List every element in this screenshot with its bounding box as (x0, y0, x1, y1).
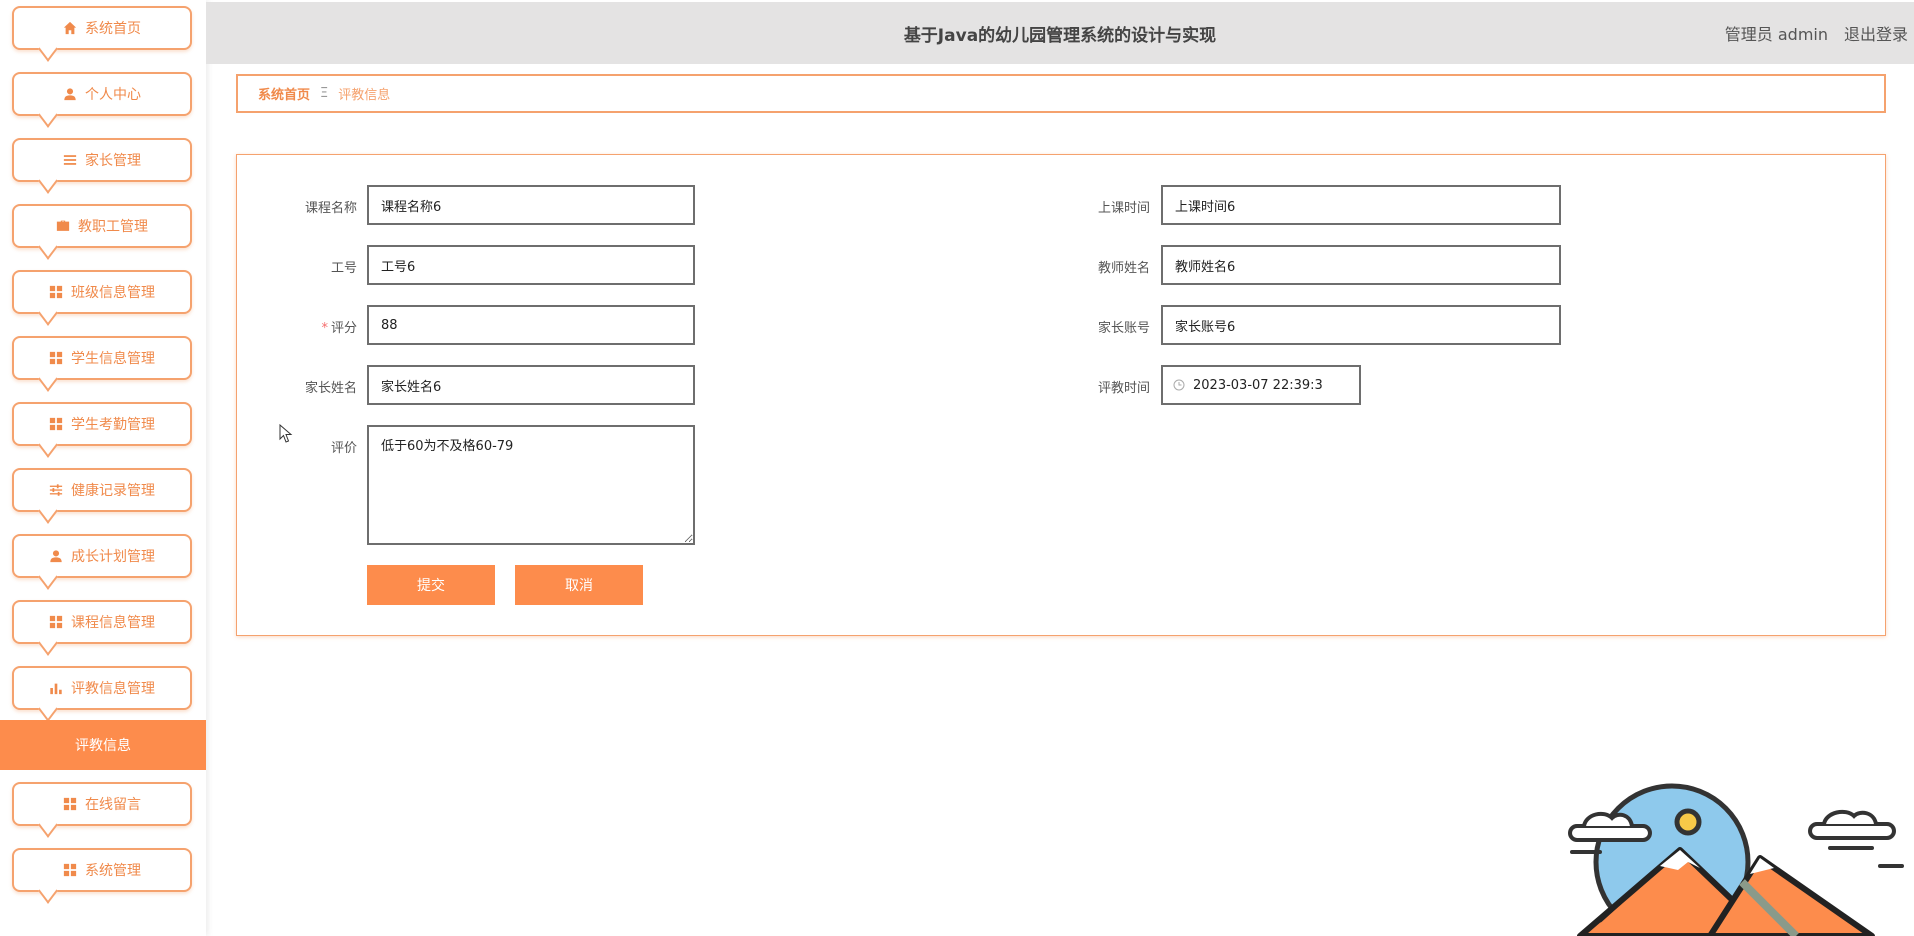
class-time-label: 上课时间 (1097, 201, 1150, 216)
sidebar-item-label: 班级信息管理 (71, 285, 155, 301)
grid-icon (49, 285, 63, 299)
course-name-label: 课程名称 (304, 201, 357, 216)
top-header: 基于Java的幼儿园管理系统的设计与实现 管理员 admin 退出登录 (206, 2, 1914, 64)
sidebar-item-evaluation-management[interactable]: 评教信息管理 (12, 666, 192, 710)
staff-no-label: 工号 (330, 261, 357, 276)
home-icon (63, 21, 77, 35)
comment-label: 评价 (330, 441, 357, 456)
submit-button[interactable]: 提交 (367, 565, 495, 605)
sidebar-item-label: 教职工管理 (78, 219, 148, 235)
evaluation-form-panel: 课程名称 上课时间 工号 教师姓名 *评分 家长账号 家长姓名 评教时间 评价 … (236, 154, 1886, 636)
clock-icon (1173, 379, 1185, 391)
list-icon (63, 153, 77, 167)
teacher-name-label: 教师姓名 (1097, 261, 1150, 276)
sidebar-item-system-management[interactable]: 系统管理 (12, 848, 192, 892)
app-root: 系统首页 个人中心 家长管理 教职工管理 班级信息管理 学生信息管理 学生考勤管… (0, 0, 1914, 936)
sidebar-item-label: 个人中心 (85, 87, 141, 103)
grid-icon (49, 351, 63, 365)
briefcase-icon (56, 219, 70, 233)
bar-chart-icon (49, 681, 63, 695)
breadcrumb-current: 评教信息 (338, 88, 391, 103)
required-mark: * (321, 321, 328, 336)
sidebar-item-label: 成长计划管理 (71, 549, 155, 565)
grid-icon (49, 417, 63, 431)
parent-account-input[interactable] (1161, 305, 1561, 345)
breadcrumb: 系统首页 Ξ 评教信息 (236, 74, 1886, 113)
score-label-text: 评分 (330, 321, 357, 336)
score-label: * 评分 (237, 317, 357, 336)
staff-no-input[interactable] (367, 245, 695, 285)
sidebar-item-label: 系统管理 (85, 863, 141, 879)
sidebar-item-attendance[interactable]: 学生考勤管理 (12, 402, 192, 446)
grid-icon (63, 797, 77, 811)
sidebar-item-label: 学生考勤管理 (71, 417, 155, 433)
breadcrumb-separator: Ξ (320, 86, 329, 101)
mountain-illustration (1568, 783, 1904, 936)
comment-textarea[interactable]: 低于60为不及格60-79 (367, 425, 695, 545)
breadcrumb-home-link[interactable]: 系统首页 (258, 84, 310, 103)
sidebar-item-parent-management[interactable]: 家长管理 (12, 138, 192, 182)
current-user: 管理员 admin (1724, 25, 1828, 44)
sidebar-subitem-label: 评教信息 (75, 738, 131, 754)
sidebar-item-student-info[interactable]: 学生信息管理 (12, 336, 192, 380)
course-name-input[interactable] (367, 185, 695, 225)
sidebar-item-staff-management[interactable]: 教职工管理 (12, 204, 192, 248)
mouse-cursor-icon (279, 424, 293, 443)
eval-time-picker[interactable] (1161, 365, 1361, 405)
user-icon (49, 549, 63, 563)
teacher-name-input[interactable] (1161, 245, 1561, 285)
sidebar-item-health-records[interactable]: 健康记录管理 (12, 468, 192, 512)
sidebar-item-label: 课程信息管理 (71, 615, 155, 631)
sidebar-item-online-message[interactable]: 在线留言 (12, 782, 192, 826)
sidebar-item-label: 学生信息管理 (71, 351, 155, 367)
grid-icon (63, 863, 77, 877)
logout-link[interactable]: 退出登录 (1844, 21, 1908, 45)
class-time-input[interactable] (1161, 185, 1561, 225)
sliders-icon (49, 483, 63, 497)
grid-icon (49, 615, 63, 629)
sidebar-item-personal-center[interactable]: 个人中心 (12, 72, 192, 116)
sidebar: 系统首页 个人中心 家长管理 教职工管理 班级信息管理 学生信息管理 学生考勤管… (0, 0, 206, 936)
sidebar-item-label: 健康记录管理 (71, 483, 155, 499)
eval-time-input[interactable] (1193, 377, 1323, 393)
user-icon (63, 87, 77, 101)
sidebar-item-growth-plan[interactable]: 成长计划管理 (12, 534, 192, 578)
sidebar-item-home[interactable]: 系统首页 (12, 6, 192, 50)
sidebar-item-label: 在线留言 (85, 797, 141, 813)
eval-time-label: 评教时间 (1097, 381, 1150, 396)
score-input[interactable] (367, 305, 695, 345)
parent-name-input[interactable] (367, 365, 695, 405)
parent-name-label: 家长姓名 (304, 381, 357, 396)
sidebar-item-label: 家长管理 (85, 153, 141, 169)
sidebar-subitem-evaluation-info[interactable]: 评教信息 (0, 720, 206, 770)
parent-account-label: 家长账号 (1097, 321, 1150, 336)
sidebar-item-course-info[interactable]: 课程信息管理 (12, 600, 192, 644)
sidebar-item-label: 系统首页 (85, 21, 141, 37)
app-title: 基于Java的幼儿园管理系统的设计与实现 (903, 25, 1217, 46)
sidebar-item-class-info[interactable]: 班级信息管理 (12, 270, 192, 314)
cancel-button[interactable]: 取消 (515, 565, 643, 605)
sidebar-item-label: 评教信息管理 (71, 681, 155, 697)
